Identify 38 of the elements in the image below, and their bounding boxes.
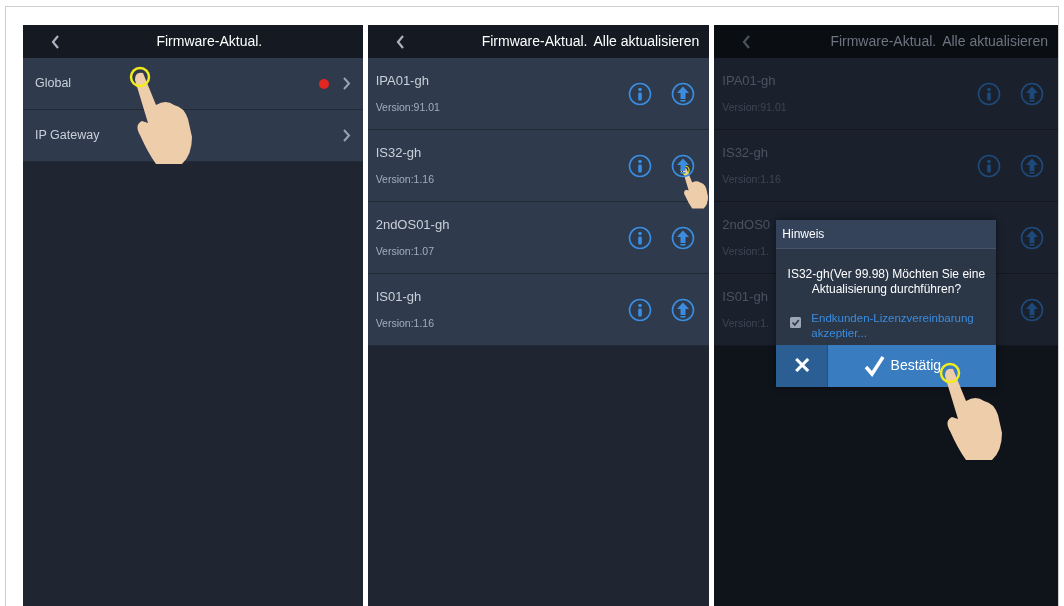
info-button[interactable] bbox=[977, 153, 1001, 178]
checkmark-icon bbox=[863, 354, 885, 377]
device-name: IPA01-gh bbox=[375, 71, 429, 90]
info-button[interactable] bbox=[977, 81, 1001, 106]
dialog-title: Hinweis bbox=[776, 220, 997, 249]
upload-button[interactable] bbox=[671, 297, 696, 322]
device-version: Version:91.01 bbox=[375, 100, 440, 116]
upload-button[interactable] bbox=[671, 81, 696, 106]
menu-item-label: IP Gateway bbox=[35, 127, 101, 145]
info-button[interactable] bbox=[628, 153, 653, 178]
upload-button[interactable] bbox=[671, 153, 696, 178]
menu-item[interactable]: Global bbox=[23, 58, 363, 110]
back-icon[interactable] bbox=[51, 34, 60, 49]
device-version: Version:1.16 bbox=[375, 172, 435, 188]
device-version: Version:1.07 bbox=[375, 244, 435, 260]
info-button[interactable] bbox=[628, 225, 653, 250]
device-version: Version:1.16 bbox=[375, 316, 435, 332]
screen-title: Firmware-Aktual. bbox=[829, 32, 937, 51]
upload-button[interactable] bbox=[671, 225, 696, 250]
license-agreement-link[interactable]: Endkunden-Lizenzvereinbarung akzeptier... bbox=[811, 311, 989, 341]
checkbox[interactable] bbox=[790, 317, 802, 328]
info-button[interactable] bbox=[628, 81, 653, 106]
screen-title: Firmware-Aktual. bbox=[155, 32, 264, 51]
update-all-link[interactable]: Alle aktualisieren bbox=[593, 31, 700, 52]
update-all-link[interactable]: Alle aktualisieren bbox=[942, 31, 1048, 52]
pointing-hand-drawing bbox=[680, 165, 708, 209]
menu-item-label: Global bbox=[35, 75, 73, 93]
device-name: 2ndOS01-gh bbox=[375, 215, 450, 234]
confirm-button[interactable]: Bestätig bbox=[828, 344, 997, 387]
dialog-message: IS32-gh(Ver 99.98) Möchten Sie eine Aktualisierung durchführen? bbox=[786, 266, 987, 298]
cancel-button[interactable]: ✕ bbox=[776, 344, 829, 387]
device-name: IS01-gh bbox=[375, 287, 422, 306]
screen-title: Firmware-Aktual. bbox=[480, 32, 588, 51]
chevron-right-icon bbox=[342, 129, 351, 142]
chevron-right-icon bbox=[342, 77, 351, 90]
back-icon[interactable] bbox=[395, 34, 405, 49]
info-button[interactable] bbox=[628, 297, 653, 322]
device-name: IS32-gh bbox=[375, 143, 422, 162]
